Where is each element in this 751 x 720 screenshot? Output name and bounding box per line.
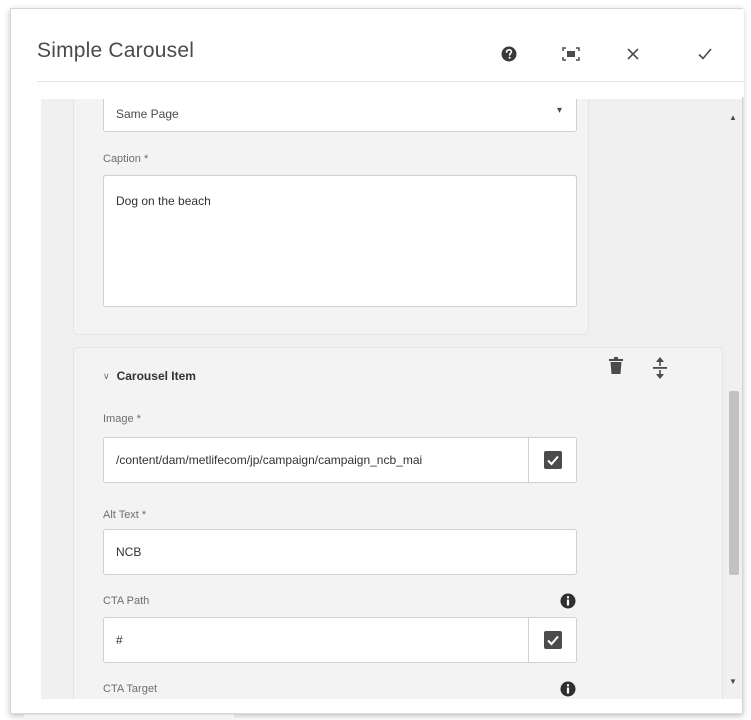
close-icon [627, 48, 639, 60]
fullscreen-icon [562, 47, 580, 61]
cta-path-field[interactable]: # [103, 617, 577, 663]
scrollbar-thumb[interactable] [729, 391, 739, 575]
move-vertical-icon [653, 357, 667, 379]
reorder-item-button[interactable] [653, 357, 667, 384]
delete-item-button[interactable] [609, 357, 623, 380]
caption-textarea[interactable]: Dog on the beach [103, 175, 577, 307]
checkbox-icon [543, 451, 562, 469]
alt-text-label: Alt Text * [103, 509, 147, 521]
cta-path-value: # [116, 633, 123, 647]
background-panel-edge [24, 714, 234, 720]
chevron-down-icon: ▾ [556, 105, 562, 116]
browse-button[interactable] [528, 438, 576, 482]
browse-button[interactable] [528, 618, 576, 662]
help-circle-icon [501, 46, 517, 62]
fullscreen-button[interactable] [557, 41, 585, 67]
dialog-content: Same Page ▾ Caption * Dog on the beach ∨… [41, 99, 742, 699]
alt-text-value: NCB [116, 545, 142, 559]
scroll-down-arrow-icon[interactable]: ▼ [729, 677, 737, 686]
target-select[interactable]: Same Page ▾ [103, 99, 577, 132]
chevron-down-icon: ∨ [103, 370, 110, 381]
vertical-scrollbar[interactable]: ▲ ▼ [725, 99, 742, 699]
info-icon[interactable] [560, 681, 576, 697]
image-label: Image * [103, 413, 141, 425]
alt-text-field[interactable]: NCB [103, 529, 577, 575]
dialog-title: Simple Carousel [37, 39, 195, 62]
info-icon[interactable] [560, 593, 576, 609]
carousel-item-toggle[interactable]: ∨ Carousel Item [103, 369, 196, 383]
close-button[interactable] [619, 41, 647, 67]
scroll-up-arrow-icon[interactable]: ▲ [729, 113, 737, 122]
simple-carousel-dialog: Simple Carousel Same Page ▾ Caption * Do… [10, 8, 744, 714]
done-button[interactable] [691, 41, 719, 67]
cta-target-label: CTA Target [103, 683, 158, 695]
header-divider [37, 81, 744, 82]
carousel-item-heading: Carousel Item [116, 369, 196, 383]
help-button[interactable] [495, 41, 523, 67]
dialog-header: Simple Carousel [11, 9, 744, 97]
trash-icon [609, 357, 623, 374]
caption-value: Dog on the beach [116, 194, 211, 208]
caption-label: Caption * [103, 153, 149, 165]
image-path-field[interactable]: /content/dam/metlifecom/jp/campaign/camp… [103, 437, 577, 483]
cta-path-label: CTA Path [103, 595, 150, 607]
checkmark-icon [698, 48, 712, 60]
target-select-value: Same Page [116, 107, 179, 121]
checkbox-icon [543, 631, 562, 649]
image-path-value: /content/dam/metlifecom/jp/campaign/camp… [116, 453, 423, 467]
